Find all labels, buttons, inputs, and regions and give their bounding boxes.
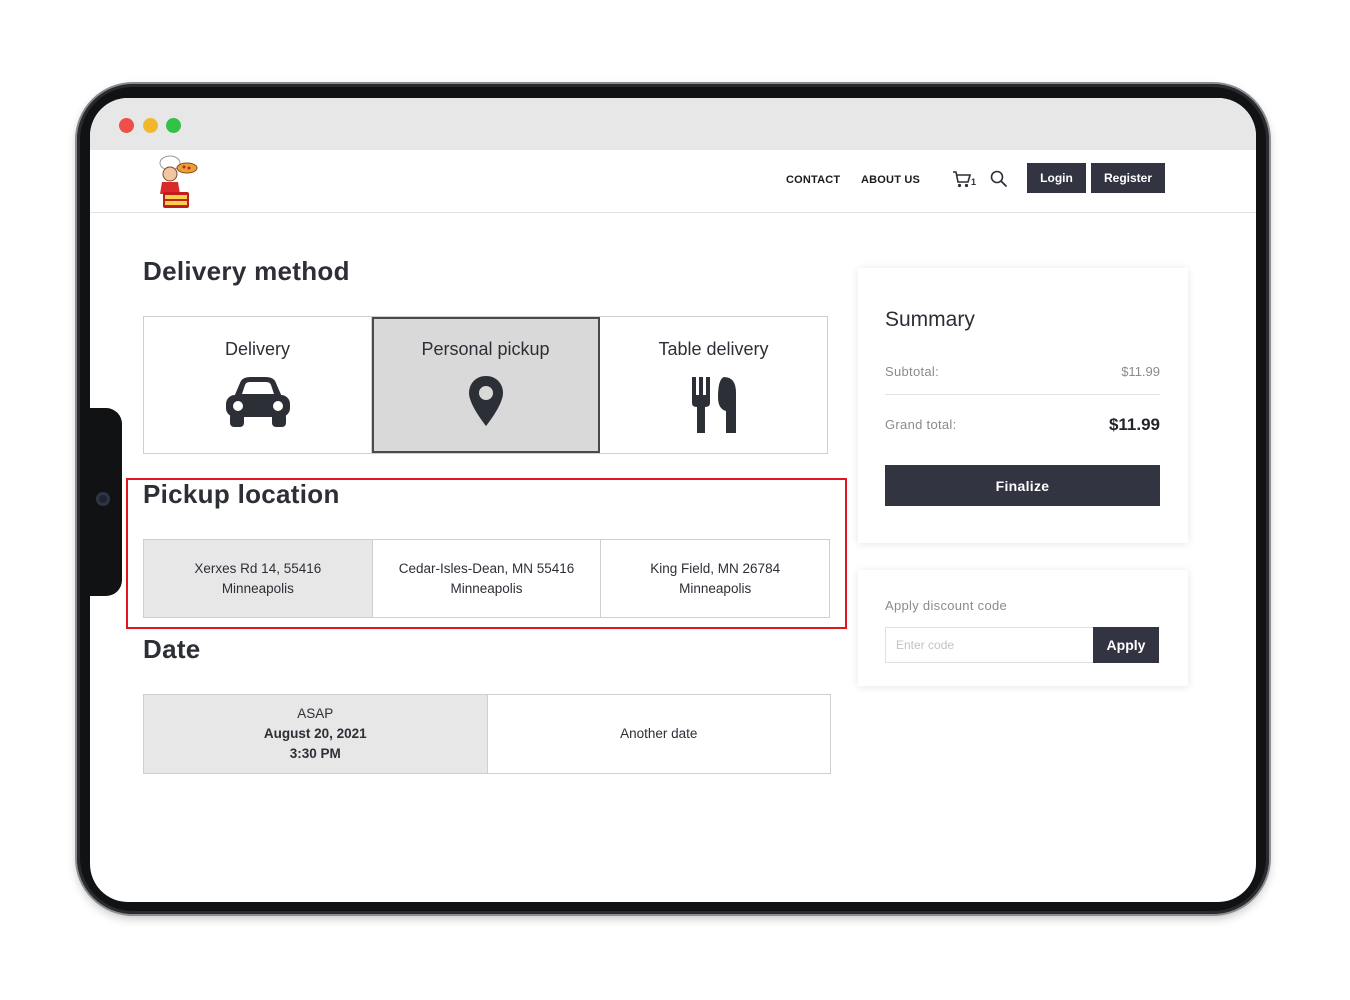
car-icon (225, 377, 290, 427)
window-titlebar (90, 98, 1256, 150)
table-delivery-option-label: Table delivery (658, 339, 769, 359)
apply-discount-button[interactable]: Apply (1093, 627, 1159, 663)
discount-card: Apply discount code Apply (858, 570, 1188, 686)
chef-logo-icon[interactable] (154, 154, 198, 210)
maximize-window-button[interactable] (166, 118, 181, 133)
map-pin-icon (468, 376, 503, 426)
pickup-location-options: Xerxes Rd 14, 55416 Minneapolis Cedar-Is… (143, 539, 830, 618)
discount-code-input[interactable] (885, 627, 1093, 663)
nav-contact-link[interactable]: CONTACT (786, 174, 840, 186)
register-button[interactable]: Register (1091, 163, 1165, 193)
delivery-option[interactable]: Delivery (144, 317, 372, 453)
summary-divider (885, 394, 1160, 395)
delivery-option-label: Delivery (224, 339, 290, 359)
date-another-label: Another date (620, 726, 698, 741)
fork-knife-icon (691, 377, 736, 433)
cart-icon[interactable]: 1 (952, 170, 976, 188)
finalize-button[interactable]: Finalize (885, 465, 1160, 506)
delivery-method-title: Delivery method (143, 256, 350, 286)
date-asap-time: 3:30 PM (289, 746, 341, 761)
summary-card: Summary Subtotal: $11.99 Grand total: $1… (858, 268, 1188, 543)
date-title: Date (143, 634, 201, 664)
minimize-window-button[interactable] (143, 118, 158, 133)
pickup-location-cedar-isles[interactable]: Cedar-Isles-Dean, MN 55416 Minneapolis (372, 540, 602, 617)
personal-pickup-option[interactable]: Personal pickup (372, 317, 600, 453)
search-icon[interactable] (990, 170, 1008, 188)
browser-window: CONTACT ABOUT US 1 Login Register Delive… (90, 98, 1256, 902)
date-another-option[interactable]: Another date (487, 695, 830, 773)
table-delivery-option[interactable]: Table delivery (600, 317, 827, 453)
cart-count: 1 (971, 177, 976, 187)
date-asap-option[interactable]: ASAP August 20, 2021 3:30 PM (144, 695, 488, 773)
personal-pickup-option-label: Personal pickup (421, 339, 550, 359)
delivery-method-options: Delivery Personal pickup Table delivery (143, 316, 828, 454)
pickup-location-title: Pickup location (143, 479, 340, 509)
date-options: ASAP August 20, 2021 3:30 PM Another dat… (143, 694, 831, 774)
pickup-location-xerxes[interactable]: Xerxes Rd 14, 55416 Minneapolis (144, 540, 373, 617)
grand-total-label: Grand total: (885, 417, 957, 432)
discount-label: Apply discount code (885, 598, 1008, 613)
date-asap-date: August 20, 2021 (263, 726, 367, 741)
close-window-button[interactable] (119, 118, 134, 133)
login-button[interactable]: Login (1027, 163, 1086, 193)
site-header: CONTACT ABOUT US 1 Login Register (90, 150, 1256, 213)
nav-about-link[interactable]: ABOUT US (861, 174, 920, 186)
subtotal-label: Subtotal: (885, 364, 940, 379)
subtotal-value: $11.99 (1121, 364, 1160, 379)
grand-total-value: $11.99 (1108, 415, 1160, 434)
date-asap-label: ASAP (297, 706, 334, 721)
pickup-location-king-field[interactable]: King Field, MN 26784 Minneapolis (601, 540, 830, 617)
camera-icon (96, 492, 110, 506)
summary-title: Summary (885, 308, 975, 331)
